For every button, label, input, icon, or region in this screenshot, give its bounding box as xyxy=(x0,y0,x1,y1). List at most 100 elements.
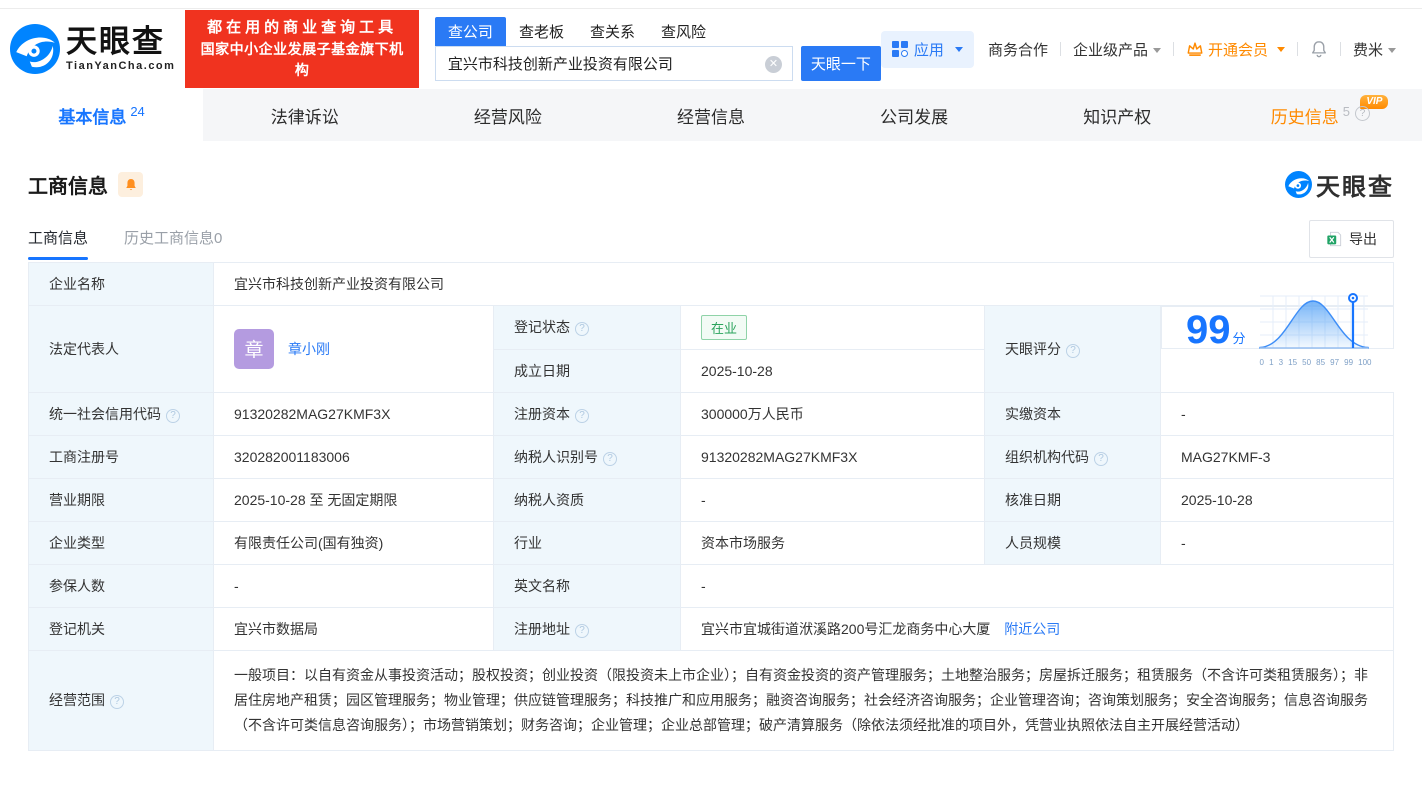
table-row: 经营范围 一般项目：以自有资金从事投资活动；股权投资；创业投资（限投资未上市企业… xyxy=(28,649,1394,751)
header: 天眼查 TianYanCha.com 都在用的商业查询工具 国家中小企业发展子基… xyxy=(0,9,1422,89)
tab-operating-info[interactable]: 经营信息 xyxy=(609,89,812,141)
table-row: 企业名称 宜兴市科技创新产业投资有限公司 xyxy=(28,262,1394,306)
divider xyxy=(1339,42,1341,56)
apps-label: 应用 xyxy=(913,41,944,59)
monitor-bell-icon[interactable] xyxy=(118,172,143,197)
slogan-line2: 国家中小企业发展子基金旗下机构 xyxy=(200,41,404,79)
divider xyxy=(1296,42,1298,56)
logo-title: 天眼查 xyxy=(66,24,165,59)
field-label: 企业名称 xyxy=(28,262,214,306)
field-label: 注册地址 xyxy=(493,606,681,651)
field-label: 人员规模 xyxy=(984,520,1161,565)
business-scope-value: 一般项目：以自有资金从事投资活动；股权投资；创业投资（限投资未上市企业）；自有资… xyxy=(213,649,1394,751)
company-type-value: 有限责任公司(国有独资) xyxy=(213,520,494,565)
field-label: 纳税人识别号 xyxy=(493,434,681,479)
table-row: 工商注册号 320282001183006 纳税人识别号 91320282MAG… xyxy=(28,434,1394,479)
legal-rep-value: 章 章小刚 xyxy=(213,305,494,393)
paid-capital-value: - xyxy=(1160,391,1394,436)
reg-status-value: 在业 xyxy=(680,305,985,350)
tianyancha-logo-icon xyxy=(1285,171,1312,198)
field-label: 实缴资本 xyxy=(984,391,1161,436)
taxpayer-id-value: 91320282MAG27KMF3X xyxy=(680,434,985,479)
insured-count-value: - xyxy=(213,563,494,608)
section-header: 工商信息 天眼查 xyxy=(28,167,1394,202)
company-name-value: 宜兴市科技创新产业投资有限公司 xyxy=(213,262,1394,306)
slogan-line1: 都在用的商业查询工具 xyxy=(207,18,398,36)
avatar[interactable]: 章 xyxy=(234,328,274,369)
subtab-history-business-info[interactable]: 历史工商信息0 xyxy=(124,227,222,260)
table-row: 参保人数 - 英文名称 - xyxy=(28,563,1394,608)
establish-date-value: 2025-10-28 xyxy=(680,348,985,393)
staff-size-value: - xyxy=(1160,520,1394,565)
industry-value: 资本市场服务 xyxy=(680,520,985,565)
field-label: 组织机构代码 xyxy=(984,434,1161,479)
field-label: 纳税人资质 xyxy=(493,477,681,522)
tab-count: 24 xyxy=(130,103,145,119)
score-chart-ticks: 01 3 15 50 85 97 99 100 xyxy=(1259,358,1372,367)
nearby-companies-link[interactable]: 附近公司 xyxy=(1004,621,1060,637)
field-label: 企业类型 xyxy=(28,520,214,565)
nav-user-menu[interactable]: 费米 xyxy=(1353,39,1396,60)
help-icon[interactable] xyxy=(1355,105,1371,121)
search-tab-boss[interactable]: 查老板 xyxy=(506,17,577,46)
field-label: 成立日期 xyxy=(493,348,681,393)
search-tab-relation[interactable]: 查关系 xyxy=(577,17,648,46)
tianyancha-logo[interactable]: 天眼查 TianYanCha.com xyxy=(10,24,175,74)
score-unit: 分 xyxy=(1232,330,1246,346)
tab-company-development[interactable]: 公司发展 xyxy=(813,89,1016,141)
apps-menu-button[interactable]: 应用 xyxy=(880,30,974,68)
field-label: 行业 xyxy=(493,520,681,565)
info-icon[interactable] xyxy=(1066,343,1080,358)
search-input[interactable] xyxy=(435,46,792,80)
export-button[interactable]: 导出 xyxy=(1309,220,1394,258)
info-icon[interactable] xyxy=(575,623,589,638)
search-tabs: 查公司 查老板 查关系 查风险 xyxy=(434,16,881,46)
top-nav: 应用 商务合作 企业级产品 开通会员 费米 xyxy=(880,30,1396,68)
logo-subtitle: TianYanCha.com xyxy=(66,60,176,72)
english-name-value: - xyxy=(680,563,1394,608)
search-tab-company[interactable]: 查公司 xyxy=(434,16,506,46)
reg-number-value: 320282001183006 xyxy=(213,434,494,479)
nav-enterprise-products[interactable]: 企业级产品 xyxy=(1073,39,1161,60)
search-button[interactable]: 天眼一下 xyxy=(800,45,881,81)
table-row: 统一社会信用代码 91320282MAG27KMF3X 注册资本 300000万… xyxy=(28,391,1394,436)
clear-icon[interactable] xyxy=(764,55,782,73)
notification-bell-icon[interactable] xyxy=(1310,40,1328,58)
subtab-row: 工商信息 历史工商信息0 导出 xyxy=(28,220,1394,260)
info-icon[interactable] xyxy=(166,408,180,423)
info-icon[interactable] xyxy=(110,695,124,709)
reg-capital-value: 300000万人民币 xyxy=(680,391,985,436)
search-box: 查公司 查老板 查关系 查风险 天眼一下 xyxy=(434,16,881,81)
nav-business-cooperation[interactable]: 商务合作 xyxy=(988,39,1048,60)
tab-legal-proceedings[interactable]: 法律诉讼 xyxy=(203,89,406,141)
info-icon[interactable] xyxy=(1094,451,1108,466)
field-label: 工商注册号 xyxy=(28,434,214,479)
subtab-business-info[interactable]: 工商信息 xyxy=(28,227,89,260)
info-icon[interactable] xyxy=(575,408,589,423)
field-label: 登记状态 xyxy=(493,305,681,350)
excel-icon xyxy=(1327,231,1342,247)
top-divider xyxy=(0,0,1422,9)
chevron-down-icon xyxy=(1276,46,1285,52)
search-tab-risk[interactable]: 查风险 xyxy=(648,17,719,46)
table-row: 登记机关 宜兴市数据局 注册地址 宜兴市宜城街道洑溪路200号汇龙商务中心大厦 … xyxy=(28,606,1394,651)
tab-basic-info[interactable]: 基本信息 24 xyxy=(0,89,204,141)
apps-grid-icon xyxy=(891,41,908,57)
tab-intellectual-property[interactable]: 知识产权 xyxy=(1016,89,1219,141)
taxpayer-qualification-value: - xyxy=(680,477,985,522)
reg-address-value: 宜兴市宜城街道洑溪路200号汇龙商务中心大厦 附近公司 xyxy=(680,606,1394,651)
legal-rep-link[interactable]: 章小刚 xyxy=(288,339,330,359)
info-icon[interactable] xyxy=(575,322,589,337)
nav-open-vip[interactable]: 开通会员 xyxy=(1186,39,1285,60)
tianyancha-company-page: 天眼查 TianYanCha.com 都在用的商业查询工具 国家中小企业发展子基… xyxy=(0,0,1422,791)
crown-icon xyxy=(1187,42,1203,56)
watermark-logo: 天眼查 xyxy=(1285,167,1394,202)
info-icon[interactable] xyxy=(603,451,617,466)
tab-operating-risk[interactable]: 经营风险 xyxy=(406,89,609,141)
field-label: 营业期限 xyxy=(28,477,214,522)
business-info-table: 企业名称 宜兴市科技创新产业投资有限公司 法定代表人 章 章小刚 登记状态 在业… xyxy=(28,262,1394,751)
table-row: 法定代表人 章 章小刚 登记状态 在业 天眼评分 99分 xyxy=(28,293,1394,393)
score-value: 99 分 0 1 3 15 50 85 97 99 100 xyxy=(1161,293,1394,367)
tab-history-info[interactable]: VIP 历史信息 5 xyxy=(1219,89,1422,141)
score-distribution-chart[interactable]: 01 3 15 50 85 97 99 100 xyxy=(1258,292,1374,367)
